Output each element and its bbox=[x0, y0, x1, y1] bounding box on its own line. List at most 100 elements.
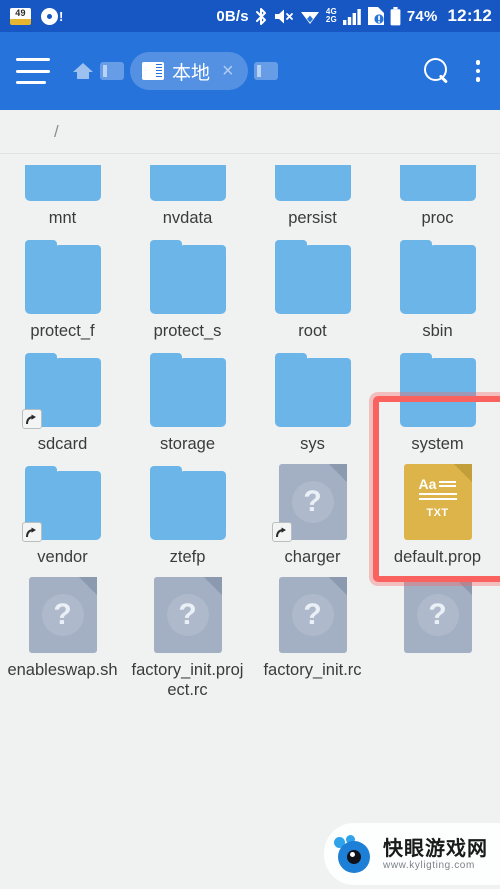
folder-icon bbox=[24, 240, 101, 314]
file-item-label: root bbox=[298, 322, 327, 340]
file-item-persist[interactable]: persist bbox=[250, 155, 375, 228]
sim-alert-icon bbox=[367, 7, 384, 25]
toolbar-actions bbox=[423, 58, 487, 84]
file-icon-wrap: Aa TXT bbox=[400, 464, 476, 540]
disc-alert-icon: ! bbox=[41, 7, 64, 25]
signal-bars-icon bbox=[342, 8, 362, 25]
tab-close-icon[interactable]: × bbox=[218, 61, 238, 81]
tab-inactive-right[interactable] bbox=[253, 62, 278, 80]
file-icon-wrap bbox=[21, 464, 101, 542]
file-icon-wrap bbox=[24, 165, 101, 201]
file-grid[interactable]: mnt nvdata persist proc protect_f protect_s ro… bbox=[0, 155, 500, 889]
file-grid-row: protect_f protect_s root sbin bbox=[0, 228, 500, 341]
file-item-label: nvdata bbox=[162, 209, 213, 227]
file-item-default.prop[interactable]: Aa TXT default.prop bbox=[375, 454, 500, 567]
hamburger-menu-icon[interactable] bbox=[16, 58, 50, 84]
file-item-system[interactable]: system bbox=[375, 341, 500, 454]
file-item-label: ztefp bbox=[169, 548, 206, 566]
file-item-label: persist bbox=[288, 209, 337, 227]
file-item-label: factory_init.rc bbox=[263, 661, 362, 679]
search-icon[interactable] bbox=[423, 58, 450, 84]
question-mark-icon: ? bbox=[291, 481, 334, 523]
folder-icon bbox=[399, 240, 476, 314]
status-bar-left: 49 ! bbox=[10, 7, 64, 25]
file-item-ztefp[interactable]: ztefp bbox=[125, 454, 250, 567]
file-item-label: enableswap.sh bbox=[7, 661, 118, 679]
question-mark-icon: ? bbox=[41, 594, 84, 636]
file-grid-row: vendor ztefp? charger Aa TXT default.prop bbox=[0, 454, 500, 567]
watermark-text: 快眼游戏网 www.kyligting.com bbox=[383, 838, 488, 871]
file-item-label: system bbox=[411, 435, 464, 453]
file-item-sdcard[interactable]: sdcard bbox=[0, 341, 125, 454]
file-icon-wrap: ? bbox=[25, 577, 101, 653]
app-toolbar: 本地 × bbox=[0, 32, 500, 110]
file-item-protect_f[interactable]: protect_f bbox=[0, 228, 125, 341]
note-badge-icon: 49 bbox=[10, 7, 31, 25]
file-icon-wrap bbox=[399, 165, 476, 201]
page-fold-icon bbox=[328, 577, 347, 595]
file-item-mnt[interactable]: mnt bbox=[0, 155, 125, 228]
file-grid-row: ? enableswap.sh? factory_init.project.rc? f… bbox=[0, 567, 500, 700]
shortcut-badge-icon bbox=[21, 522, 42, 542]
folder-icon bbox=[149, 353, 226, 427]
shortcut-badge-icon bbox=[271, 522, 292, 542]
file-item-factory_init.project.rc[interactable]: ? factory_init.project.rc bbox=[125, 567, 250, 700]
breadcrumb: / bbox=[0, 110, 500, 154]
folder-icon bbox=[399, 353, 476, 427]
text-file-icon: Aa TXT bbox=[403, 464, 472, 540]
file-item-label: factory_init.project.rc bbox=[131, 661, 244, 699]
file-item-root[interactable]: root bbox=[250, 228, 375, 341]
file-icon-wrap bbox=[399, 351, 476, 427]
folder-icon bbox=[274, 165, 351, 201]
overflow-menu-icon[interactable] bbox=[470, 58, 487, 84]
file-icon-wrap bbox=[149, 165, 226, 201]
file-item-charger[interactable]: ? charger bbox=[250, 454, 375, 567]
watermark-url: www.kyligting.com bbox=[383, 859, 475, 871]
file-item-factory_init.rc[interactable]: ? factory_init.rc bbox=[250, 567, 375, 700]
file-item-label: protect_s bbox=[153, 322, 222, 340]
tab-local[interactable]: 本地 × bbox=[130, 52, 248, 90]
battery-percent: 74% bbox=[406, 7, 438, 25]
file-item-label: proc bbox=[421, 209, 454, 227]
volume-mute-icon bbox=[274, 8, 294, 25]
file-icon-wrap bbox=[149, 464, 226, 540]
file-item-enableswap.sh[interactable]: ? enableswap.sh bbox=[0, 567, 125, 700]
unknown-file-icon: ? bbox=[153, 577, 222, 653]
file-item-label: mnt bbox=[48, 209, 77, 227]
file-item-vendor[interactable]: vendor bbox=[0, 454, 125, 567]
home-icon[interactable] bbox=[72, 60, 94, 82]
file-icon-wrap bbox=[274, 238, 351, 314]
file-grid-row: sdcard storage sys system bbox=[0, 341, 500, 454]
folder-icon bbox=[24, 165, 101, 201]
tab-local-label: 本地 bbox=[172, 62, 211, 84]
file-icon-wrap bbox=[24, 238, 101, 314]
tab-inactive-left[interactable] bbox=[100, 62, 124, 80]
file-icon-wrap: ? bbox=[150, 577, 226, 653]
folder-icon bbox=[149, 165, 226, 201]
watermark-logo-icon bbox=[334, 835, 376, 873]
file-item-label: charger bbox=[284, 548, 341, 566]
file-item-storage[interactable]: storage bbox=[125, 341, 250, 454]
file-item-label: sdcard bbox=[37, 435, 88, 453]
unknown-file-icon: ? bbox=[278, 577, 347, 653]
file-item-protect_s[interactable]: protect_s bbox=[125, 228, 250, 341]
bluetooth-icon bbox=[255, 7, 268, 26]
breadcrumb-path[interactable]: / bbox=[54, 122, 59, 142]
shortcut-badge-icon bbox=[21, 409, 42, 429]
file-item-label: sbin bbox=[422, 322, 453, 340]
file-item-sys[interactable]: sys bbox=[250, 341, 375, 454]
file-icon-wrap bbox=[21, 351, 101, 429]
file-icon-wrap bbox=[149, 351, 226, 427]
file-item-label: default.prop bbox=[393, 548, 482, 566]
file-item-sbin[interactable]: sbin bbox=[375, 228, 500, 341]
watermark-site-name: 快眼游戏网 bbox=[383, 837, 488, 860]
page-fold-icon bbox=[328, 464, 347, 482]
clock: 12:12 bbox=[447, 6, 492, 25]
file-icon-wrap bbox=[149, 238, 226, 314]
status-bar: 49 ! 0B/s 4G 2G 74% 12:12 bbox=[0, 0, 500, 32]
file-icon-wrap bbox=[274, 165, 351, 201]
file-item-proc[interactable]: proc bbox=[375, 155, 500, 228]
file-item-nvdata[interactable]: nvdata bbox=[125, 155, 250, 228]
file-icon-wrap bbox=[274, 351, 351, 427]
file-item[interactable]: ? bbox=[375, 567, 500, 700]
